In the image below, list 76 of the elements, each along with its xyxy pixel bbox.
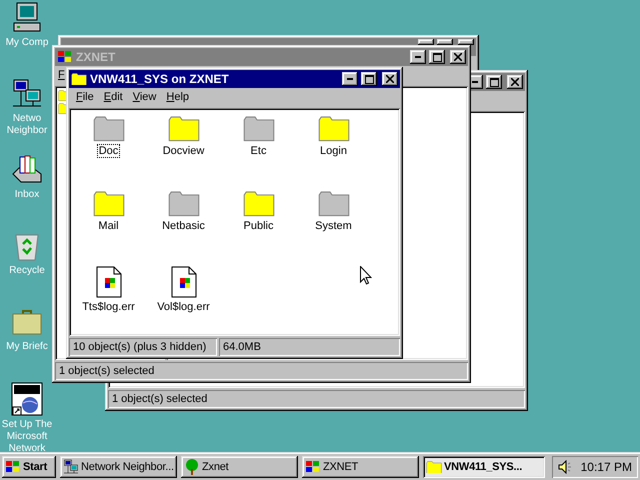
maximize-icon: [490, 78, 498, 86]
folder-shape-icon: [318, 116, 350, 142]
folder-icon: [426, 460, 442, 474]
item-label[interactable]: Etc: [250, 144, 268, 157]
close-button[interactable]: [507, 75, 523, 89]
close-button[interactable]: [458, 39, 474, 45]
status-text: 10 object(s) (plus 3 hidden): [69, 338, 217, 356]
folder-icon[interactable]: [92, 191, 124, 217]
close-icon: [511, 78, 519, 86]
taskbar-button[interactable]: ZXNET: [302, 456, 419, 478]
minimize-button[interactable]: [418, 39, 434, 45]
folder-shape-icon: [92, 116, 124, 142]
close-icon: [386, 75, 394, 83]
close-button[interactable]: [382, 72, 398, 86]
tree-icon: [184, 459, 200, 475]
computer-icon: [11, 2, 43, 34]
folder-icon[interactable]: [168, 191, 200, 217]
window-title: VNW411_SYS on ZXNET: [90, 72, 230, 86]
folder-icon[interactable]: [318, 116, 350, 142]
item-label[interactable]: Docview: [162, 144, 206, 157]
taskbar-button[interactable]: Zxnet: [181, 456, 298, 478]
folder-icon[interactable]: [318, 191, 350, 217]
menu-item[interactable]: F: [57, 69, 66, 81]
document-icon: [96, 266, 122, 298]
taskbar-button[interactable]: Network Neighbor...: [60, 456, 177, 478]
menu-item[interactable]: Help: [161, 91, 194, 103]
item-label[interactable]: Mail: [97, 220, 120, 232]
item-label[interactable]: Public: [242, 220, 274, 232]
app-icon: [57, 50, 73, 64]
item-label[interactable]: System: [314, 220, 353, 232]
close-icon: [454, 53, 462, 61]
menu-item[interactable]: View: [128, 91, 162, 103]
speaker-icon[interactable]: [558, 460, 572, 474]
window-title: ZXNET: [76, 50, 116, 64]
item-label[interactable]: Vol$log.err: [156, 301, 211, 313]
close-button[interactable]: [450, 50, 466, 64]
folder-shape-icon: [318, 191, 350, 217]
menu-item[interactable]: File: [71, 91, 99, 103]
msn-globe-icon: [11, 382, 43, 416]
minimize-icon: [415, 56, 421, 58]
app-icon: [305, 460, 321, 474]
folder-icon[interactable]: [242, 191, 274, 217]
network-computers-icon: [63, 459, 79, 475]
folder-shape-icon: [242, 191, 274, 217]
maximize-icon: [432, 52, 442, 62]
folder-shape-icon: [92, 191, 124, 217]
folder-icon[interactable]: [242, 116, 274, 142]
status-text: 64.0MB: [219, 338, 400, 356]
status-text: 1 object(s) selected: [55, 362, 468, 380]
start-button[interactable]: Start: [2, 456, 56, 478]
maximize-button[interactable]: [429, 50, 445, 64]
minimize-button[interactable]: [410, 50, 426, 64]
document-icon: [170, 266, 196, 298]
folder-icon: [71, 72, 87, 86]
maximize-button[interactable]: [437, 39, 453, 45]
minimize-icon: [347, 78, 353, 80]
folder-shape-icon: [168, 191, 200, 217]
folder-shape-icon: [168, 116, 200, 142]
folder-icon[interactable]: [168, 116, 200, 142]
item-label[interactable]: Tts$log.err: [81, 301, 136, 313]
item-label[interactable]: Netbasic: [161, 220, 206, 232]
maximize-button[interactable]: [361, 72, 377, 86]
folder-shape-icon: [242, 116, 274, 142]
status-text: 1 object(s) selected: [108, 390, 525, 408]
minimize-icon: [472, 81, 478, 83]
minimize-button[interactable]: [342, 72, 358, 86]
maximize-button[interactable]: [486, 75, 502, 89]
folder-icon[interactable]: [92, 116, 124, 142]
item-label[interactable]: Login: [319, 144, 348, 157]
windows-logo-icon: [5, 460, 21, 474]
item-label[interactable]: Doc: [98, 144, 120, 157]
menu-item[interactable]: Edit: [98, 91, 128, 103]
clock: 10:17 PM: [580, 460, 632, 474]
maximize-icon: [364, 74, 374, 84]
mouse-pointer-icon: [360, 266, 372, 285]
taskbar-button[interactable]: VNW411_SYS...: [423, 456, 545, 478]
